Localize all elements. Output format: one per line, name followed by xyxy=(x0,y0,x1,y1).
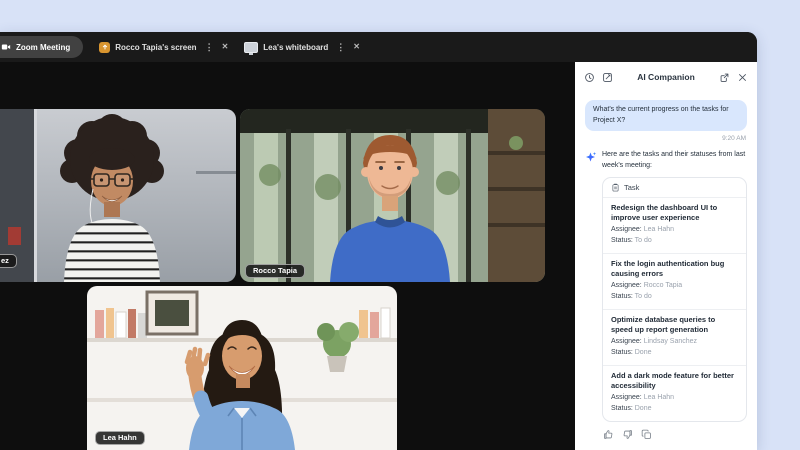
tab-bar: Zoom Meeting Rocco Tapia's screen ⋮ ✕ Le… xyxy=(0,32,757,62)
participant-name-tag: Rocco Tapia xyxy=(245,264,305,279)
panel-title: AI Companion xyxy=(620,72,712,82)
assignee-label: Assignee: xyxy=(611,226,642,233)
status-value: To do xyxy=(635,293,652,300)
tab-zoom-meeting[interactable]: Zoom Meeting xyxy=(0,36,83,58)
history-icon[interactable] xyxy=(584,72,595,83)
task-item: Redesign the dashboard UI to improve use… xyxy=(603,198,746,254)
status-label: Status: xyxy=(611,293,633,300)
tab-menu-icon[interactable]: ⋮ xyxy=(336,43,345,52)
screen-share-icon xyxy=(99,42,110,53)
panel-header: AI Companion xyxy=(575,62,757,92)
task-card: Task Redesign the dashboard UI to improv… xyxy=(602,177,747,422)
close-icon[interactable] xyxy=(737,72,748,83)
task-item: Optimize database queries to speed up re… xyxy=(603,310,746,366)
task-title: Add a dark mode feature for better acces… xyxy=(611,371,738,391)
whiteboard-icon xyxy=(244,42,258,53)
tab-close-icon[interactable]: ✕ xyxy=(222,43,229,51)
thumbs-up-icon[interactable] xyxy=(603,429,614,440)
thumbs-down-icon[interactable] xyxy=(622,429,633,440)
assignee-value: Lea Hahn xyxy=(644,394,674,401)
task-card-header: Task xyxy=(603,178,746,198)
video-tile-right[interactable]: Rocco Tapia xyxy=(240,109,545,282)
video-camera-icon xyxy=(1,42,11,52)
participant-name-tag: Lea Hahn xyxy=(95,431,145,446)
assignee-label: Assignee: xyxy=(611,282,642,289)
participant-name-tag: ez xyxy=(0,254,17,269)
task-title: Fix the login authentication bug causing… xyxy=(611,259,738,279)
ai-companion-sparkle-icon xyxy=(585,151,597,163)
task-title: Optimize database queries to speed up re… xyxy=(611,315,738,335)
panel-body: What's the current progress on the tasks… xyxy=(575,92,757,450)
tab-rocco-screen[interactable]: Rocco Tapia's screen ⋮ ✕ xyxy=(99,42,228,53)
tab-label: Rocco Tapia's screen xyxy=(115,43,196,52)
tab-close-icon[interactable]: ✕ xyxy=(353,43,360,51)
assignee-value: Lindsay Sanchez xyxy=(644,338,697,345)
assignee-label: Assignee: xyxy=(611,338,642,345)
status-value: Done xyxy=(635,405,652,412)
ai-response: Here are the tasks and their statuses fr… xyxy=(585,150,747,440)
user-message-bubble: What's the current progress on the tasks… xyxy=(585,100,747,131)
tab-lea-whiteboard[interactable]: Lea's whiteboard ⋮ ✕ xyxy=(244,42,360,53)
status-value: Done xyxy=(635,349,652,356)
video-tile-left[interactable]: ez xyxy=(0,109,236,282)
pop-out-icon[interactable] xyxy=(719,72,730,83)
compose-icon[interactable] xyxy=(602,72,613,83)
assignee-value: Lea Hahn xyxy=(644,226,674,233)
tab-label: Lea's whiteboard xyxy=(263,43,328,52)
participant-illustration-waving-woman xyxy=(87,286,397,450)
ai-intro-text: Here are the tasks and their statuses fr… xyxy=(602,150,747,171)
assignee-value: Rocco Tapia xyxy=(644,282,682,289)
zoom-app-window: Zoom Meeting Rocco Tapia's screen ⋮ ✕ Le… xyxy=(0,32,757,450)
task-clipboard-icon xyxy=(611,183,620,192)
status-label: Status: xyxy=(611,237,633,244)
video-tile-bottom[interactable]: Lea Hahn xyxy=(87,286,397,450)
response-feedback-bar xyxy=(602,429,747,440)
task-item: Add a dark mode feature for better acces… xyxy=(603,366,746,421)
status-label: Status: xyxy=(611,349,633,356)
tab-label: Zoom Meeting xyxy=(16,43,70,52)
status-label: Status: xyxy=(611,405,633,412)
assignee-label: Assignee: xyxy=(611,394,642,401)
status-value: To do xyxy=(635,237,652,244)
copy-icon[interactable] xyxy=(641,429,652,440)
tab-menu-icon[interactable]: ⋮ xyxy=(205,43,214,52)
message-timestamp: 9:20 AM xyxy=(586,135,746,142)
task-title: Redesign the dashboard UI to improve use… xyxy=(611,203,738,223)
task-item: Fix the login authentication bug causing… xyxy=(603,254,746,310)
participant-illustration-man-office xyxy=(240,109,545,282)
task-card-header-label: Task xyxy=(624,183,639,192)
ai-companion-panel: AI Companion What's the current progress… xyxy=(575,62,757,450)
participant-illustration-curly-hair-woman xyxy=(0,109,236,282)
